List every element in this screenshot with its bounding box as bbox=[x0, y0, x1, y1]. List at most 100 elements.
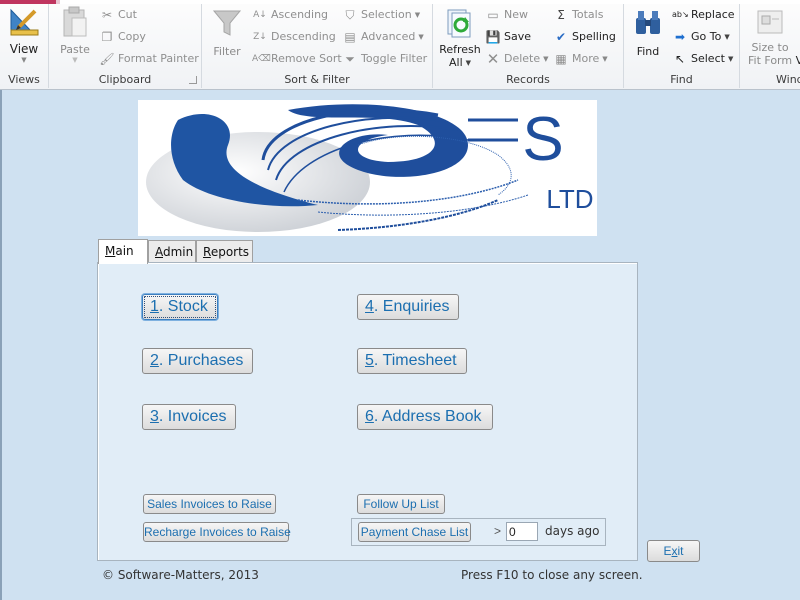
sort-filter-group: Filter A↓ Ascending Z↓ Descending A⌫Remove… bbox=[202, 4, 433, 88]
records-group-label: Records bbox=[506, 73, 550, 86]
toggle-filter-label: Toggle Filter bbox=[361, 52, 428, 65]
format-painter-button[interactable]: 🖌 Format Painter bbox=[99, 50, 199, 68]
greater-than-label: > bbox=[494, 524, 502, 538]
save-icon: 💾 bbox=[485, 30, 501, 44]
advanced-filter-icon: ▤ bbox=[344, 30, 356, 44]
goto-button[interactable]: ➡ Go To ▼ bbox=[672, 28, 730, 46]
toggle-filter-button[interactable]: ⏷ Toggle Filter bbox=[342, 50, 427, 68]
copy-icon: ❐ bbox=[101, 30, 113, 44]
arrow-right-icon: ➡ bbox=[674, 30, 686, 44]
close-screen-hint: Press F10 to close any screen. bbox=[461, 568, 643, 582]
view-dropdown-caret: ▼ bbox=[21, 56, 27, 64]
delete-x-icon: ✕ bbox=[486, 50, 500, 68]
format-painter-label: Format Painter bbox=[118, 52, 199, 65]
select-caret: ▼ bbox=[727, 55, 734, 63]
cut-label: Cut bbox=[118, 8, 137, 21]
follow-up-list-button[interactable]: Follow Up List bbox=[357, 494, 445, 514]
paste-button[interactable]: Paste ▼ bbox=[55, 6, 95, 64]
refresh-caret: ▼ bbox=[465, 59, 472, 67]
select-label: Select bbox=[691, 52, 725, 65]
days-ago-label: days ago bbox=[545, 524, 600, 538]
tab-admin[interactable]: Admin bbox=[148, 240, 196, 263]
replace-button[interactable]: ab↘ Replace bbox=[672, 6, 735, 24]
stock-label: . Stock bbox=[158, 298, 208, 315]
selection-label: Selection bbox=[361, 8, 412, 21]
descending-button[interactable]: Z↓ Descending bbox=[252, 28, 336, 46]
delete-record-button[interactable]: ✕ Delete ▼ bbox=[485, 50, 549, 68]
timesheet-button[interactable]: 5. Timesheet bbox=[357, 348, 467, 374]
advanced-label: Advanced bbox=[361, 30, 416, 43]
spelling-label: Spelling bbox=[572, 30, 616, 43]
ascending-button[interactable]: A↓ Ascending bbox=[252, 6, 328, 24]
logo-ltd: LTD bbox=[546, 184, 593, 214]
replace-label: Replace bbox=[691, 8, 735, 21]
new-record-button[interactable]: ▭ New bbox=[485, 6, 528, 24]
spelling-check-icon: ✔ bbox=[555, 30, 567, 44]
find-label: Find bbox=[636, 45, 660, 58]
delete-label: Delete bbox=[504, 52, 541, 65]
invoices-button[interactable]: 3. Invoices bbox=[142, 404, 236, 430]
refresh-all-button[interactable]: Refresh All ▼ bbox=[437, 8, 483, 69]
recharge-invoices-to-raise-button[interactable]: Recharge Invoices to Raise bbox=[143, 522, 291, 542]
tab-admin-label: dmin bbox=[163, 245, 194, 259]
select-button[interactable]: ↖ Select ▼ bbox=[672, 50, 733, 68]
tab-reports[interactable]: Reports bbox=[196, 240, 253, 263]
copy-label: Copy bbox=[118, 30, 146, 43]
refresh-label-line1: Refresh bbox=[439, 43, 481, 56]
enquiries-label: . Enquiries bbox=[373, 298, 450, 315]
totals-button[interactable]: Σ Totals bbox=[553, 6, 603, 24]
tab-main-label: ain bbox=[115, 244, 134, 258]
view-button[interactable]: View ▼ bbox=[4, 6, 44, 64]
purchases-accel: 2 bbox=[150, 352, 159, 369]
records-group: Refresh All ▼ ▭ New 💾 Save ✕ Delete ▼ Σ Totals… bbox=[433, 4, 624, 88]
tab-admin-accel: A bbox=[155, 245, 163, 259]
tab-main[interactable]: Main bbox=[98, 239, 148, 264]
address-book-accel: 6 bbox=[365, 408, 374, 425]
window-group: Size to Fit Form V Wind bbox=[740, 4, 800, 88]
find-button[interactable]: Find bbox=[628, 8, 668, 58]
tab-reports-accel: R bbox=[203, 245, 211, 259]
selection-filter-icon: ⛉ bbox=[345, 8, 355, 22]
timesheet-accel: 5 bbox=[365, 352, 374, 369]
spelling-button[interactable]: ✔ Spelling bbox=[553, 28, 616, 46]
refresh-icon bbox=[447, 9, 471, 38]
more-label: More bbox=[572, 52, 600, 65]
sort-ascending-icon: A↓ bbox=[253, 10, 267, 20]
filter-label: Filter bbox=[213, 45, 241, 58]
view-design-icon bbox=[10, 8, 39, 36]
cut-button[interactable]: ✂ Cut bbox=[99, 6, 137, 24]
enquiries-button[interactable]: 4. Enquiries bbox=[357, 294, 459, 320]
selection-button[interactable]: ⛉ Selection ▼ bbox=[342, 6, 420, 24]
clipboard-dialog-launcher[interactable] bbox=[189, 76, 197, 84]
clipboard-group: Paste ▼ ✂ Cut ❐ Copy 🖌 Format Painter Clipb… bbox=[49, 4, 202, 88]
ascending-label: Ascending bbox=[271, 8, 329, 21]
new-record-icon: ▭ bbox=[487, 8, 499, 22]
payment-chase-list-button[interactable]: Payment Chase List bbox=[358, 522, 471, 542]
refresh-label-all: All bbox=[448, 56, 463, 69]
sales-invoices-to-raise-button[interactable]: Sales Invoices to Raise bbox=[143, 494, 276, 514]
remove-sort-button[interactable]: A⌫Remove Sort bbox=[252, 50, 342, 68]
timesheet-label: . Timesheet bbox=[373, 352, 457, 369]
stock-button[interactable]: 1. Stock bbox=[142, 294, 218, 320]
address-book-label: . Address Book bbox=[373, 408, 482, 425]
goto-caret: ▼ bbox=[724, 33, 730, 41]
switch-windows-partial-label[interactable]: V bbox=[796, 54, 800, 67]
size-to-fit-form-button[interactable]: Size to Fit Form V bbox=[742, 8, 800, 67]
purchases-button[interactable]: 2. Purchases bbox=[142, 348, 253, 374]
ribbon: View ▼ Views Paste ▼ ✂ Cut ❐ Copy 🖌 Format … bbox=[0, 0, 800, 90]
save-record-button[interactable]: 💾 Save bbox=[485, 28, 532, 46]
remove-sort-icon: A⌫ bbox=[252, 54, 271, 64]
view-label: View bbox=[9, 42, 39, 56]
descending-label: Descending bbox=[271, 30, 336, 43]
clipboard-group-label: Clipboard bbox=[98, 73, 152, 86]
advanced-button[interactable]: ▤ Advanced ▼ bbox=[342, 28, 423, 46]
copy-button[interactable]: ❐ Copy bbox=[99, 28, 146, 46]
days-ago-input[interactable] bbox=[506, 522, 538, 541]
form-left-edge bbox=[0, 90, 2, 600]
filter-button[interactable]: Filter bbox=[208, 8, 246, 58]
more-button[interactable]: ▦ More ▼ bbox=[553, 50, 608, 68]
sort-filter-group-label: Sort & Filter bbox=[284, 73, 350, 86]
exit-button[interactable]: Exit bbox=[647, 540, 700, 562]
more-caret: ▼ bbox=[602, 55, 608, 63]
address-book-button[interactable]: 6. Address Book bbox=[357, 404, 493, 430]
